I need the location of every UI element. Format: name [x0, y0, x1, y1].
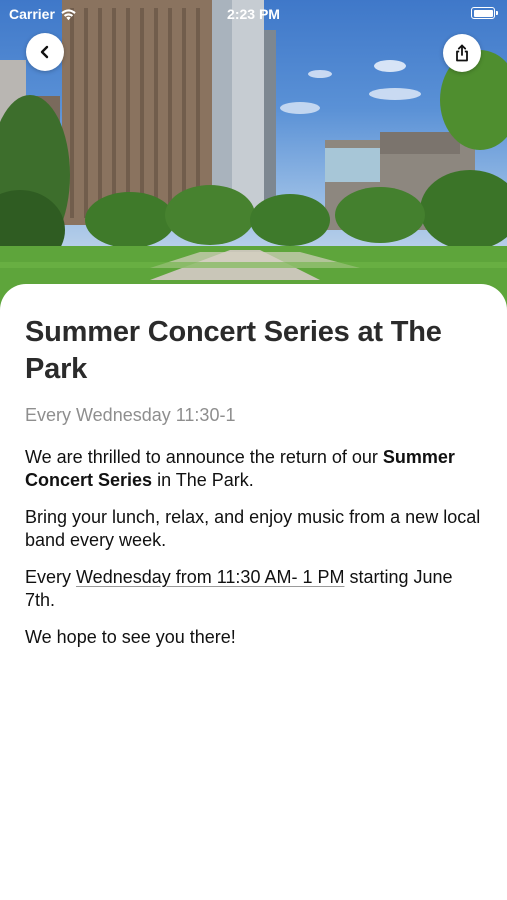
event-title: Summer Concert Series at The Park	[25, 316, 442, 385]
schedule-time-link[interactable]: Wednesday from 11:30 AM- 1 PM	[76, 567, 344, 587]
intro-text-start: We are thrilled to announce the return o…	[25, 447, 383, 467]
intro-text-end: in The Park.	[152, 470, 254, 490]
back-button[interactable]	[26, 33, 64, 71]
event-schedule: Every Wednesday 11:30-1	[25, 405, 236, 425]
lunch-paragraph: Bring your lunch, relax, and enjoy music…	[25, 507, 481, 550]
schedule-paragraph: Every Wednesday from 11:30 AM- 1 PM star…	[25, 566, 482, 612]
share-button[interactable]	[443, 34, 481, 72]
battery-level	[473, 9, 493, 17]
closing-paragraph: We hope to see you there!	[25, 627, 236, 647]
park-photo	[0, 0, 507, 310]
back-chevron-icon	[40, 45, 49, 59]
share-icon	[456, 44, 468, 62]
schedule-text-start: Every	[25, 567, 77, 587]
intro-paragraph: We are thrilled to announce the return o…	[25, 446, 482, 492]
status-time: 2:23 PM	[227, 6, 280, 22]
status-bar: Carrier 2:23 PM	[0, 0, 507, 28]
hero-image	[0, 0, 507, 310]
event-detail-sheet: Summer Concert Series at The Park Every …	[0, 284, 507, 900]
battery-icon	[471, 7, 498, 19]
